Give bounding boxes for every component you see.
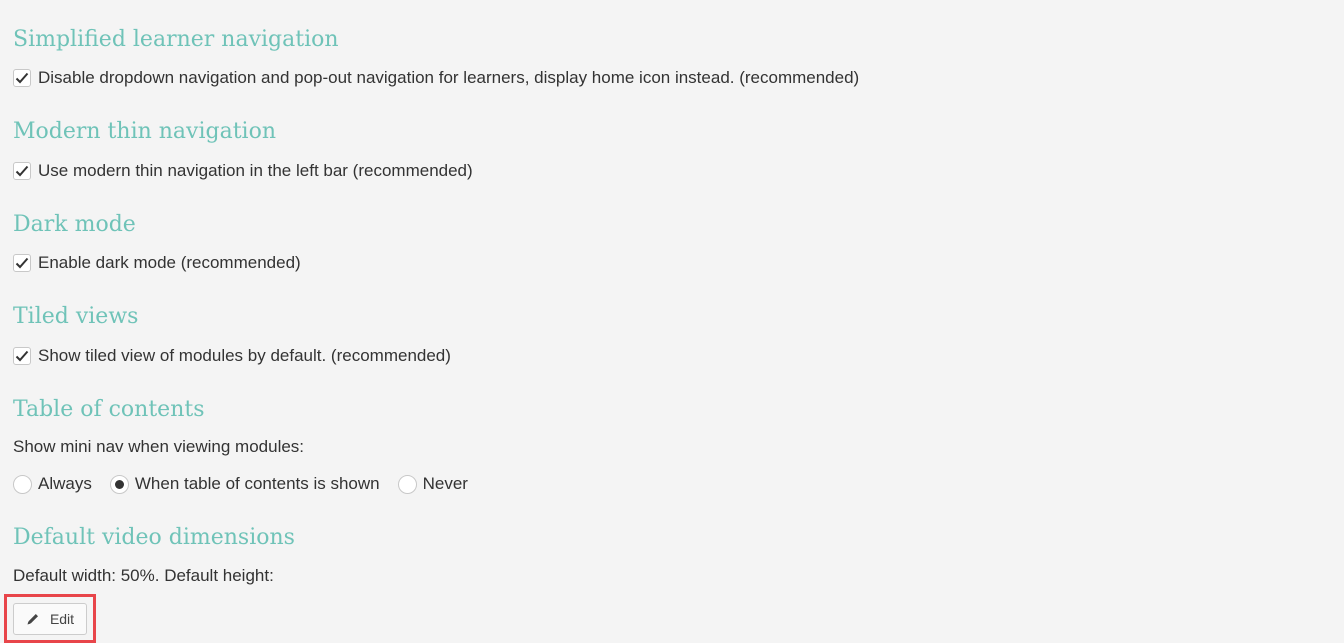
dark-mode-option[interactable]: Enable dark mode (recommended) — [13, 252, 301, 274]
radio-dot — [114, 479, 124, 489]
section-title-simplified-navigation: Simplified learner navigation — [13, 27, 339, 52]
video-dimensions-description: Default width: 50%. Default height: — [13, 566, 274, 585]
check-icon — [15, 72, 29, 84]
check-icon — [15, 350, 29, 362]
radio-always[interactable] — [13, 474, 32, 494]
dark-mode-label[interactable]: Enable dark mode (recommended) — [38, 252, 301, 274]
radio-when-toc-shown[interactable] — [109, 474, 129, 494]
mini-nav-prompt: Show mini nav when viewing modules: — [13, 437, 305, 456]
mini-nav-option-when-toc-shown[interactable]: When table of contents is shown — [109, 473, 380, 495]
pencil-icon — [27, 614, 38, 625]
simplified-navigation-option[interactable]: Disable dropdown navigation and pop-out … — [13, 67, 859, 89]
section-title-dark-mode: Dark mode — [13, 212, 136, 237]
section-title-modern-thin-navigation: Modern thin navigation — [13, 119, 277, 144]
section-title-tiled-views: Tiled views — [13, 304, 139, 329]
mini-nav-radio-group: Always When table of contents is shown N… — [13, 472, 486, 496]
mini-nav-option-always[interactable]: Always — [13, 473, 92, 495]
tiled-views-checkbox[interactable] — [13, 347, 31, 365]
radio-never-label[interactable]: Never — [423, 473, 468, 495]
section-title-default-video-dimensions: Default video dimensions — [13, 525, 295, 550]
edit-button-label[interactable]: Edit — [50, 611, 74, 627]
dark-mode-checkbox[interactable] — [13, 254, 31, 272]
radio-never[interactable] — [397, 474, 417, 494]
modern-thin-navigation-option[interactable]: Use modern thin navigation in the left b… — [13, 160, 473, 182]
check-icon — [15, 165, 29, 177]
mini-nav-option-never[interactable]: Never — [397, 473, 468, 495]
modern-thin-navigation-checkbox[interactable] — [13, 162, 31, 180]
section-title-table-of-contents: Table of contents — [13, 397, 205, 422]
tiled-views-label[interactable]: Show tiled view of modules by default. (… — [38, 345, 451, 367]
tiled-views-option[interactable]: Show tiled view of modules by default. (… — [13, 345, 451, 367]
radio-always-label[interactable]: Always — [38, 473, 92, 495]
radio-when-toc-shown-label[interactable]: When table of contents is shown — [135, 473, 380, 495]
simplified-navigation-checkbox[interactable] — [13, 69, 31, 87]
simplified-navigation-label[interactable]: Disable dropdown navigation and pop-out … — [38, 67, 859, 89]
edit-video-dimensions-button[interactable]: Edit — [13, 603, 87, 635]
modern-thin-navigation-label[interactable]: Use modern thin navigation in the left b… — [38, 160, 473, 182]
check-icon — [15, 257, 29, 269]
